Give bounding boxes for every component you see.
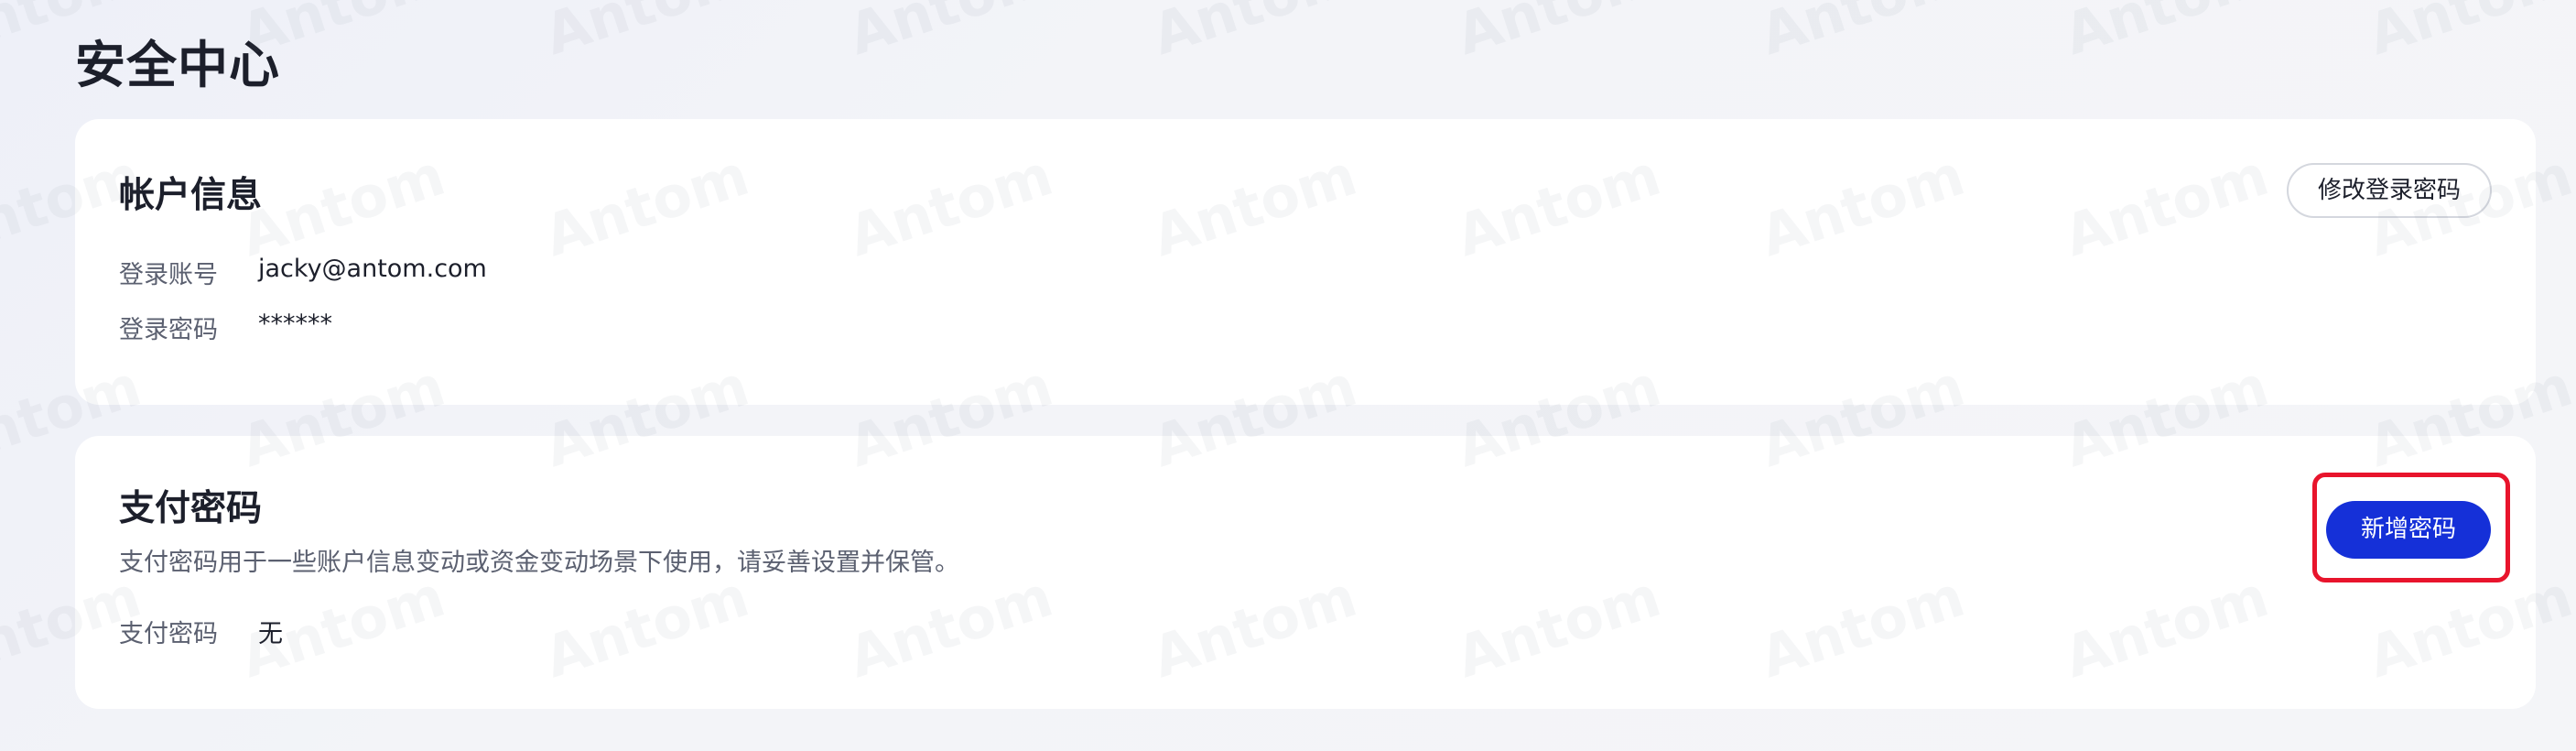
payment-password-label: 支付密码 bbox=[119, 620, 218, 648]
add-payment-password-button[interactable]: 新增密码 bbox=[2326, 501, 2491, 559]
watermark-text: Antom bbox=[536, 0, 756, 68]
login-password-label: 登录密码 bbox=[119, 316, 218, 344]
watermark-text: Antom bbox=[840, 0, 1060, 68]
login-account-label: 登录账号 bbox=[119, 261, 218, 289]
watermark-text: Antom bbox=[1448, 0, 1668, 68]
page-title: 安全中心 bbox=[75, 36, 281, 94]
watermark-text: Antom bbox=[2056, 0, 2276, 68]
watermark-text: Antom bbox=[1144, 0, 1364, 68]
payment-password-title: 支付密码 bbox=[119, 488, 263, 529]
change-login-password-button[interactable]: 修改登录密码 bbox=[2286, 163, 2492, 218]
login-password-value: ****** bbox=[258, 310, 332, 338]
payment-password-value: 无 bbox=[258, 620, 283, 648]
payment-password-description: 支付密码用于一些账户信息变动或资金变动场景下使用，请妥善设置并保管。 bbox=[119, 549, 959, 577]
watermark-text: Antom bbox=[2360, 0, 2576, 68]
watermark-text: Antom bbox=[1752, 0, 1972, 68]
payment-password-card: 支付密码 支付密码用于一些账户信息变动或资金变动场景下使用，请妥善设置并保管。 … bbox=[75, 436, 2536, 709]
login-account-value: jacky@antom.com bbox=[258, 255, 487, 283]
account-info-card: 帐户信息 修改登录密码 登录账号 jacky@antom.com 登录密码 **… bbox=[75, 119, 2536, 405]
account-info-title: 帐户信息 bbox=[119, 175, 263, 216]
